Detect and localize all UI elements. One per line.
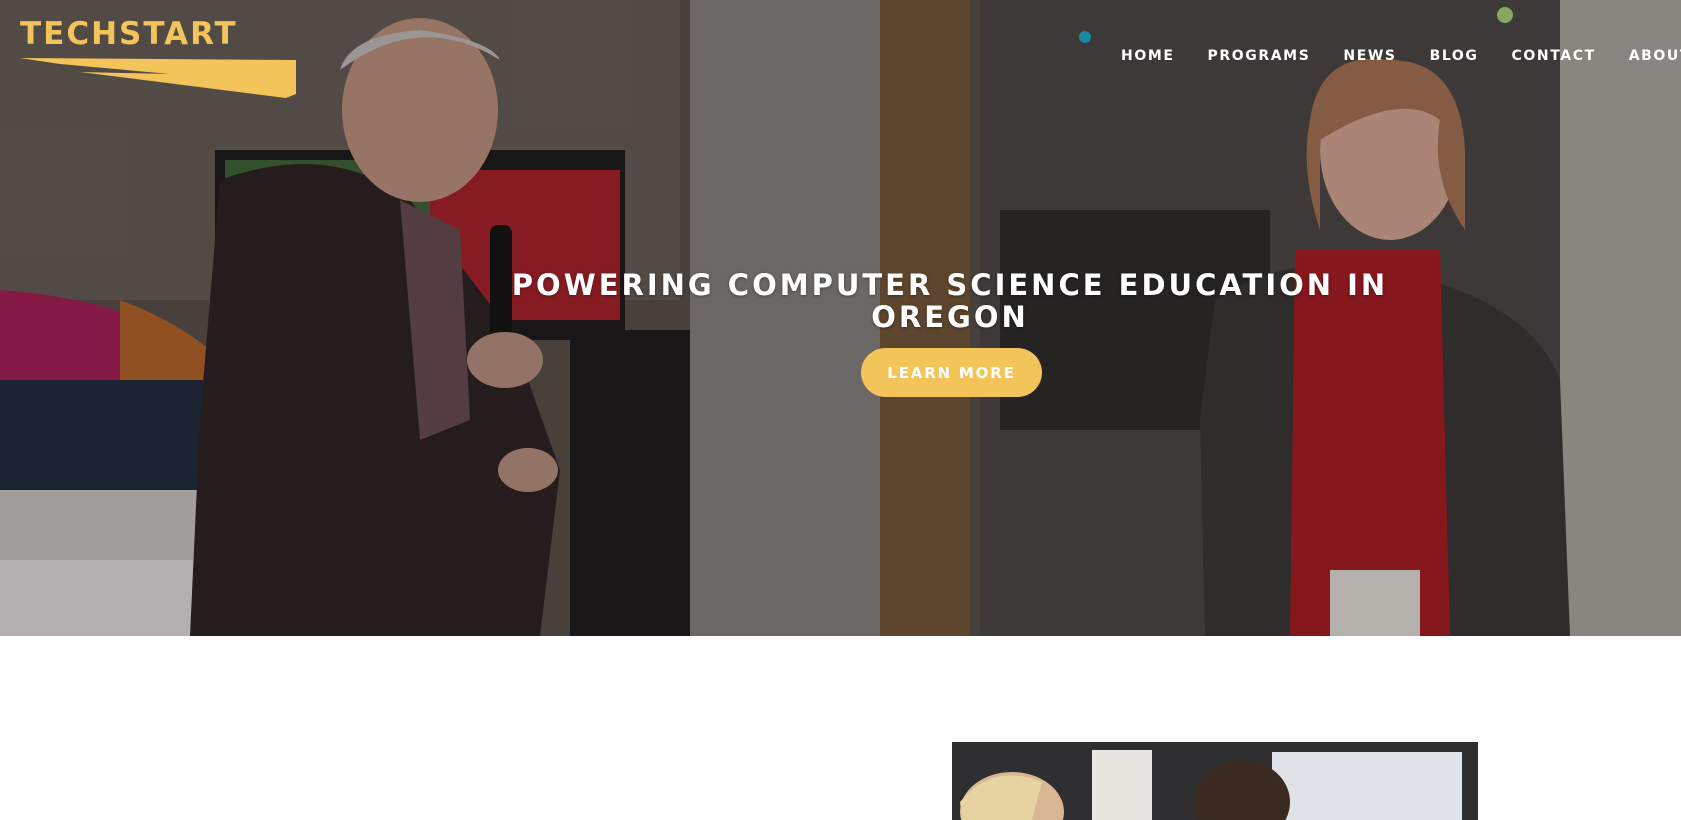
nav-about-link[interactable]: ABOUT bbox=[1629, 48, 1681, 64]
hero-headline: POWERING COMPUTER SCIENCE EDUCATION IN O… bbox=[440, 269, 1460, 333]
hero-headline-line1: POWERING COMPUTER SCIENCE EDUCATION IN bbox=[511, 268, 1389, 303]
nav-home-link[interactable]: HOME bbox=[1121, 48, 1175, 64]
logo-swoosh-icon bbox=[20, 58, 296, 98]
feature-photo bbox=[952, 742, 1478, 820]
hero-headline-line2: OREGON bbox=[871, 300, 1029, 335]
nav-programs-link[interactable]: PROGRAMS bbox=[1208, 48, 1311, 64]
nav-blog-link[interactable]: BLOG bbox=[1430, 48, 1479, 64]
learn-more-button[interactable]: LEARN MORE bbox=[861, 348, 1042, 397]
logo-wordmark: TECHSTART bbox=[20, 16, 238, 52]
main-navigation: HOME PROGRAMS NEWS BLOG CONTACT ABOUT bbox=[1121, 48, 1681, 64]
nav-contact-link[interactable]: CONTACT bbox=[1512, 48, 1596, 64]
techstart-logo[interactable]: TECHSTART bbox=[20, 16, 300, 100]
feature-photo-image bbox=[952, 742, 1478, 820]
nav-news-link[interactable]: NEWS bbox=[1343, 48, 1396, 64]
